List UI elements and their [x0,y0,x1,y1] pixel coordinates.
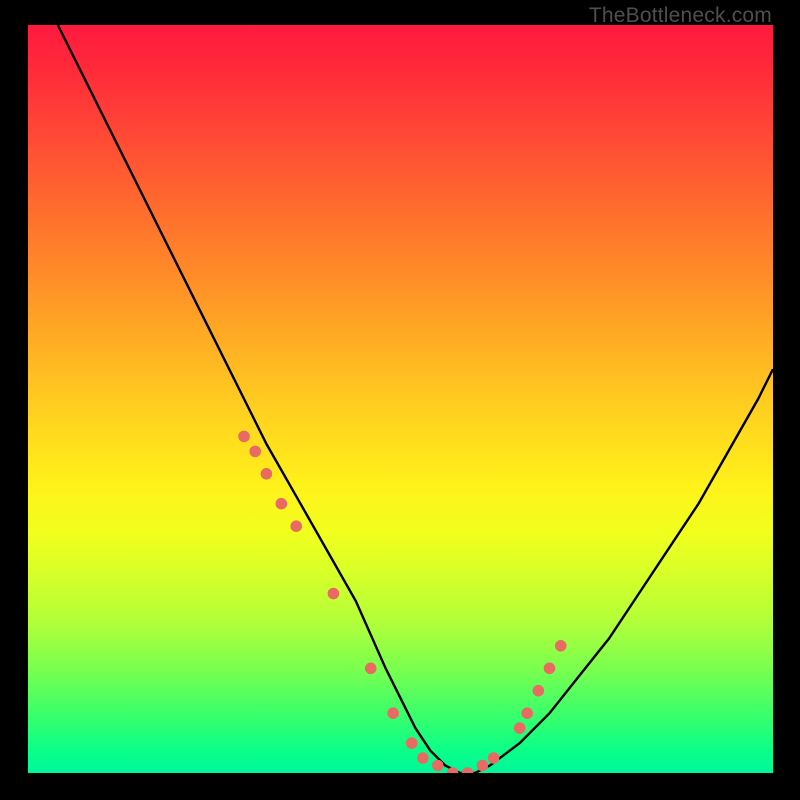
curve-marker [533,685,545,697]
plot-area [28,25,773,773]
curve-marker [488,752,500,764]
curve-marker [432,760,444,772]
curve-marker [290,520,302,532]
curve-marker [387,707,399,719]
curve-marker [276,498,288,510]
bottleneck-curve [28,25,773,773]
curve-marker [365,663,377,675]
curve-marker [238,431,250,443]
curve-marker [328,588,340,600]
curve-marker [477,760,489,772]
curve-marker [521,707,533,719]
curve-line [58,25,773,773]
curve-marker [462,767,474,773]
chart-frame: TheBottleneck.com [0,0,800,800]
curve-marker [406,737,418,749]
curve-marker [249,446,261,458]
curve-marker [544,663,556,675]
curve-marker [261,468,273,480]
curve-marker [417,752,429,764]
curve-marker [555,640,567,652]
curve-marker [514,722,526,734]
